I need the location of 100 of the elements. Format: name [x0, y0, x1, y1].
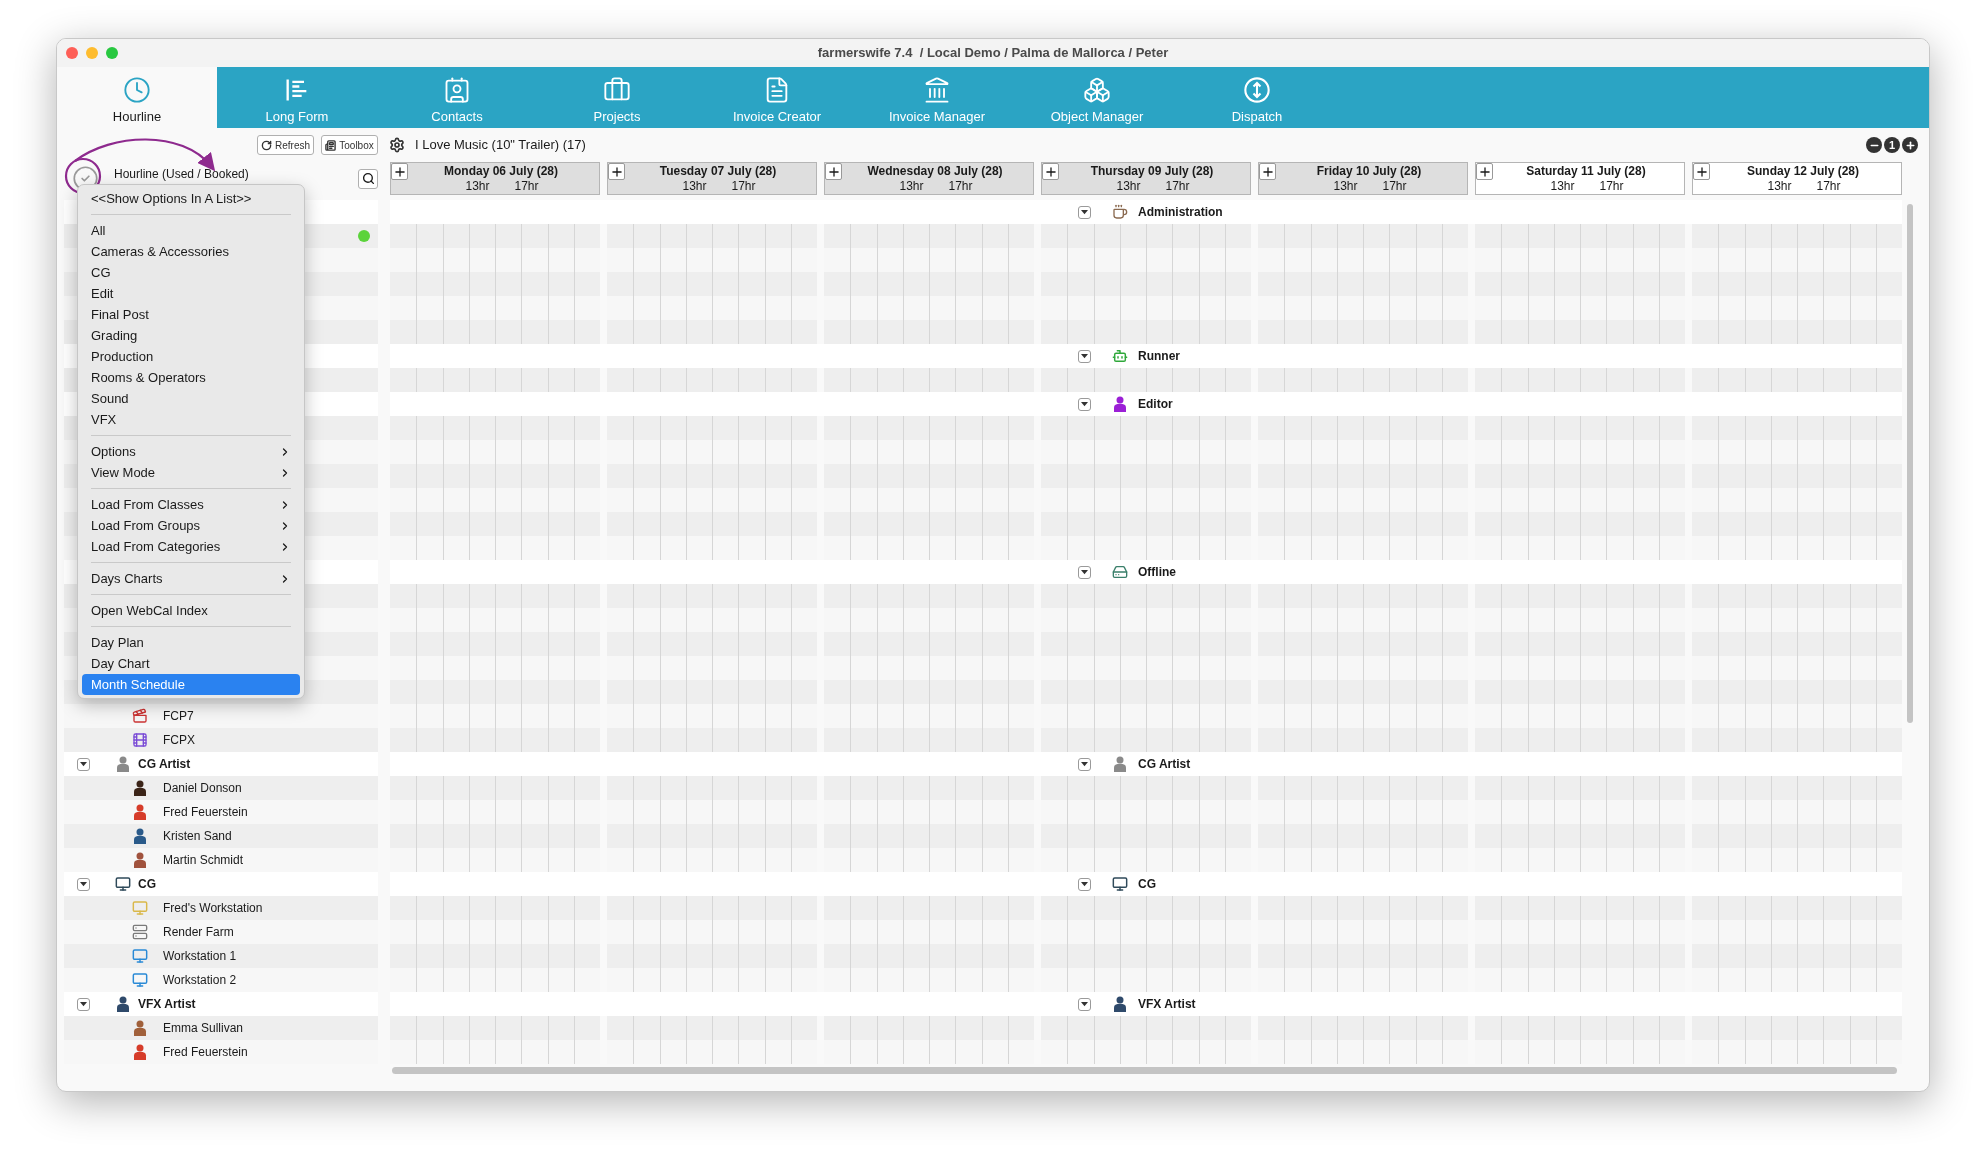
refresh-icon — [261, 139, 272, 151]
menu-item[interactable]: Month Schedule — [82, 674, 300, 695]
plus-icon — [1904, 139, 1916, 151]
robot-icon — [1112, 348, 1128, 364]
resource-label[interactable]: Fred Feuerstein — [163, 1043, 248, 1061]
contact-card-icon — [443, 76, 471, 104]
add-button[interactable] — [1259, 163, 1276, 180]
resource-label[interactable]: FCPX — [163, 731, 195, 749]
menu-item[interactable]: Load From Groups — [82, 515, 300, 536]
boxes-icon — [1083, 76, 1111, 104]
menu-item[interactable]: Load From Categories — [82, 536, 300, 557]
add-button[interactable] — [1476, 163, 1493, 180]
group-label[interactable]: CG Artist — [138, 755, 191, 773]
hour-label: 17hr — [1599, 179, 1624, 193]
hour-label: 13hr — [465, 179, 490, 193]
add-button[interactable] — [825, 163, 842, 180]
resource-label[interactable]: Emma Sullivan — [163, 1019, 244, 1037]
menu-item[interactable]: Day Chart — [82, 653, 300, 674]
caret-down-icon — [1081, 760, 1088, 768]
add-button[interactable] — [391, 163, 408, 180]
caret-down-icon — [80, 1000, 87, 1008]
plus-icon — [392, 164, 407, 179]
add-button[interactable] — [1693, 163, 1710, 180]
expand-toggle[interactable] — [1078, 565, 1091, 579]
zoom-in-button[interactable] — [1902, 137, 1918, 153]
hour-label: 17hr — [1816, 179, 1841, 193]
caret-down-icon — [1081, 880, 1088, 888]
resource-label[interactable]: Kristen Sand — [163, 827, 232, 845]
menu-item[interactable]: <<Show Options In A List>> — [82, 188, 300, 209]
add-button[interactable] — [1042, 163, 1059, 180]
day-label: Thursday 09 July (28) — [1089, 164, 1214, 179]
horizontal-scrollbar[interactable] — [392, 1067, 1897, 1074]
server-icon — [132, 924, 148, 940]
plus-icon — [1694, 164, 1709, 179]
panel-title: Hourline (Used / Booked) — [114, 167, 249, 181]
hour-label: 13hr — [682, 179, 707, 193]
expand-toggle[interactable] — [1078, 997, 1091, 1011]
resource-label[interactable]: FCP7 — [163, 707, 194, 725]
add-button[interactable] — [608, 163, 625, 180]
menu-item[interactable]: Load From Classes — [82, 494, 300, 515]
toolbox-button[interactable]: Toolbox — [321, 135, 378, 155]
clapperboard-icon — [132, 708, 148, 724]
expand-toggle[interactable] — [1078, 877, 1091, 891]
menu-item[interactable]: All — [82, 220, 300, 241]
zoom-out-button[interactable] — [1866, 137, 1882, 153]
zoom-reset-button[interactable]: 1 — [1884, 137, 1900, 153]
menu-item[interactable]: VFX — [82, 409, 300, 430]
resource-label[interactable]: Martin Schmidt — [163, 851, 244, 869]
search-button[interactable] — [358, 168, 378, 189]
expand-toggle[interactable] — [1078, 397, 1091, 411]
day-label: Saturday 11 July (28) — [1525, 164, 1646, 179]
expand-toggle[interactable] — [77, 997, 90, 1011]
menu-item[interactable]: Days Charts — [82, 568, 300, 589]
resource-label[interactable]: Render Farm — [163, 923, 234, 941]
nav-tab[interactable]: Hourline — [57, 67, 217, 128]
close-button[interactable] — [66, 47, 78, 59]
search-icon — [361, 172, 375, 185]
expand-toggle[interactable] — [77, 757, 90, 771]
menu-item[interactable]: Production — [82, 346, 300, 367]
menu-item[interactable]: Day Plan — [82, 632, 300, 653]
expand-toggle[interactable] — [1078, 349, 1091, 363]
hour-label: 17hr — [731, 179, 756, 193]
expand-toggle[interactable] — [1078, 205, 1091, 219]
hour-label: 17hr — [1382, 179, 1407, 193]
group-label[interactable]: CG — [1138, 875, 1156, 893]
caret-down-icon — [80, 880, 87, 888]
menu-item[interactable]: View Mode — [82, 462, 300, 483]
caret-down-icon — [1081, 568, 1088, 576]
group-label[interactable]: VFX Artist — [1138, 995, 1196, 1013]
menu-item[interactable]: Final Post — [82, 304, 300, 325]
hour-label: 17hr — [1165, 179, 1190, 193]
expand-toggle[interactable] — [77, 877, 90, 891]
menu-item[interactable]: Open WebCal Index — [82, 600, 300, 621]
refresh-button[interactable]: Refresh — [257, 135, 314, 155]
resource-label[interactable]: Daniel Donson — [163, 779, 242, 797]
resource-label[interactable]: Workstation 2 — [163, 971, 237, 989]
hour-label: 13hr — [1333, 179, 1358, 193]
day-label: Sunday 12 July (28) — [1745, 164, 1859, 179]
settings-icon[interactable] — [389, 137, 405, 153]
menu-item[interactable]: CG — [82, 262, 300, 283]
menu-item[interactable]: Cameras & Accessories — [82, 241, 300, 262]
resource-label[interactable]: Fred Feuerstein — [163, 803, 248, 821]
menu-item[interactable]: Edit — [82, 283, 300, 304]
resource-label[interactable]: Workstation 1 — [163, 947, 237, 965]
menu-item[interactable]: Sound — [82, 388, 300, 409]
group-label[interactable]: Offline — [1138, 563, 1176, 581]
group-label[interactable]: CG Artist — [1138, 755, 1191, 773]
group-label[interactable]: CG — [138, 875, 156, 893]
menu-item[interactable]: Grading — [82, 325, 300, 346]
plus-icon — [1477, 164, 1492, 179]
expand-toggle[interactable] — [1078, 757, 1091, 771]
menu-item[interactable]: Options — [82, 441, 300, 462]
group-label[interactable]: VFX Artist — [138, 995, 196, 1013]
group-label[interactable]: Editor — [1138, 395, 1173, 413]
clock-icon — [123, 76, 151, 104]
menu-item[interactable]: Rooms & Operators — [82, 367, 300, 388]
bank-icon — [923, 76, 951, 104]
group-label[interactable]: Runner — [1138, 347, 1180, 365]
caret-down-icon — [1081, 1000, 1088, 1008]
group-label[interactable]: Administration — [1138, 203, 1223, 221]
